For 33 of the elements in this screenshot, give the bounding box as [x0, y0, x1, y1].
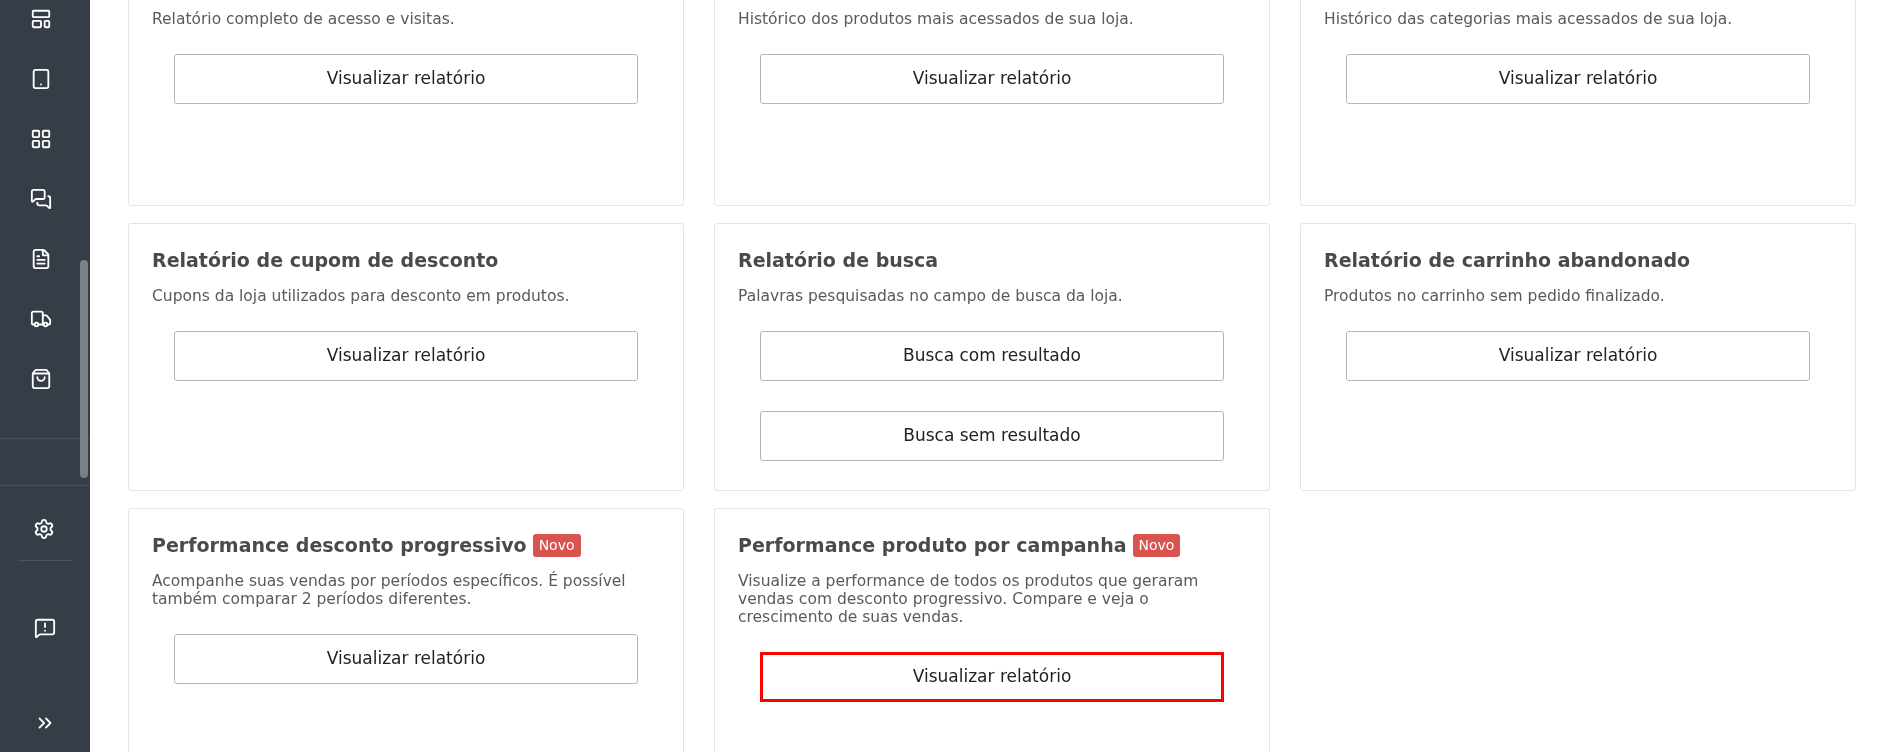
report-button[interactable]: Visualizar relatório: [1346, 54, 1810, 104]
shopping-bag-icon: [30, 368, 52, 390]
scrollbar-thumb[interactable]: [80, 260, 88, 478]
report-button[interactable]: Visualizar relatório: [174, 633, 638, 684]
settings-icon: [33, 518, 55, 540]
grid-icon: [30, 128, 52, 150]
card-description: Histórico das categorias mais acessados de sua loja.: [1324, 10, 1734, 28]
card-description: Histórico dos produtos mais acessados de sua loja.: [738, 10, 1135, 28]
card-title: Performance desconto progressivo: [152, 533, 527, 558]
layout-icon: [30, 8, 52, 30]
card-title: Relatório de busca: [738, 248, 939, 273]
report-button[interactable]: Visualizar relatório: [760, 651, 1224, 702]
new-badge: Novo: [1132, 533, 1181, 557]
document-icon: [30, 248, 52, 270]
card-description: Acompanhe suas vendas por períodos específicos. É possível também comparar 2 períodos diferentes.: [152, 571, 627, 608]
card-description: Relatório completo de acesso e visitas.: [152, 10, 456, 28]
report-button[interactable]: Busca com resultado: [760, 330, 1224, 381]
card-title: Relatório de carrinho abandonado: [1324, 248, 1691, 273]
report-button[interactable]: Visualizar relatório: [1346, 330, 1810, 381]
truck-icon: [30, 308, 52, 330]
card-description: Palavras pesquisadas no campo de busca da loja.: [738, 286, 1124, 305]
card-title: Relatório de cupom de desconto: [152, 248, 499, 273]
report-button[interactable]: Visualizar relatório: [174, 330, 638, 381]
report-button[interactable]: Visualizar relatório: [760, 54, 1224, 104]
card-description: Visualize a performance de todos os produtos que geraram vendas com desconto progressivo. Compare e veja o crescimento de suas vendas.: [738, 571, 1200, 626]
card-description: Produtos no carrinho sem pedido finalizado.: [1324, 286, 1666, 305]
tablet-icon: [30, 68, 52, 90]
report-button[interactable]: Visualizar relatório: [174, 54, 638, 104]
chat-bubbles-icon: [30, 188, 52, 210]
new-badge: Novo: [532, 533, 581, 557]
report-button[interactable]: Busca sem resultado: [760, 410, 1224, 461]
card-description: Cupons da loja utilizados para desconto em produtos.: [152, 286, 571, 305]
card-title: Performance produto por campanha: [738, 533, 1127, 558]
